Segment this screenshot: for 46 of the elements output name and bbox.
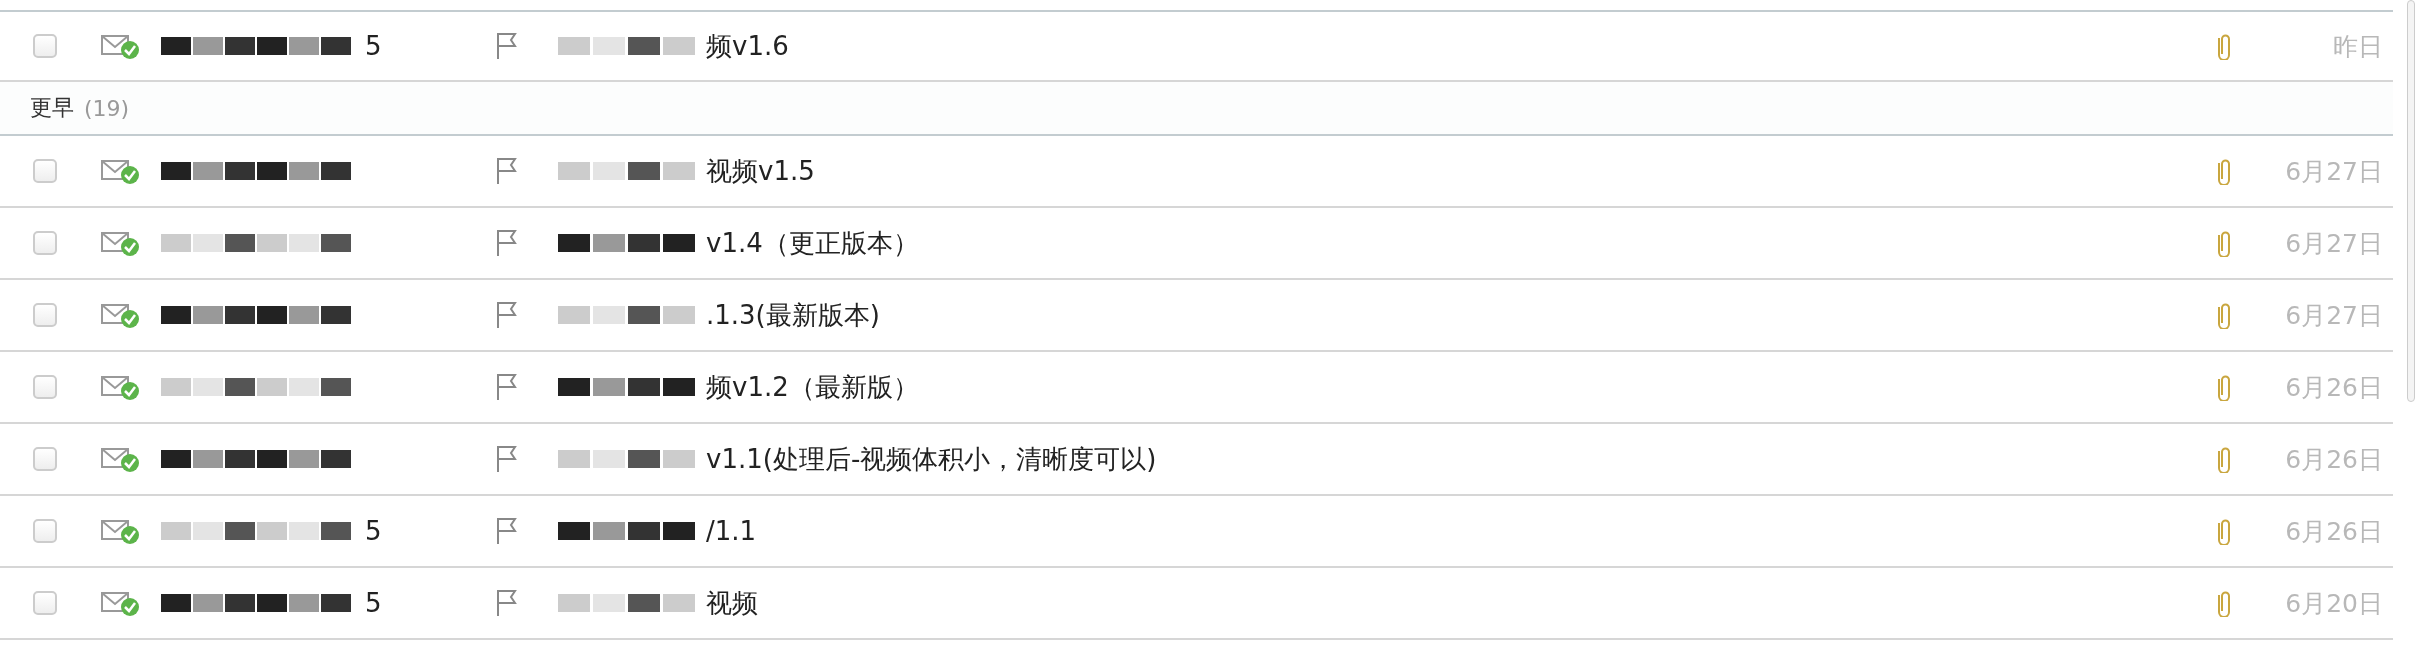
flag-icon[interactable] <box>496 445 518 473</box>
mail-subject[interactable]: 频v1.2（最新版） <box>706 369 919 405</box>
checkbox[interactable] <box>33 447 57 471</box>
checkbox[interactable] <box>33 159 57 183</box>
checkbox[interactable] <box>33 519 57 543</box>
mail-date: 昨日 <box>2332 30 2383 63</box>
flag-icon[interactable] <box>496 589 518 617</box>
read-mail-icon <box>101 373 141 401</box>
flag-icon[interactable] <box>496 517 518 545</box>
checkbox[interactable] <box>33 34 57 58</box>
mail-subject[interactable]: 频v1.6 <box>706 28 789 64</box>
scrollbar[interactable] <box>2407 0 2415 402</box>
mail-date: 6月20日 <box>2284 587 2383 620</box>
read-mail-icon <box>101 32 141 60</box>
read-mail-icon <box>101 157 141 185</box>
read-mail-icon <box>101 445 141 473</box>
checkbox[interactable] <box>33 591 57 615</box>
flag-icon[interactable] <box>496 157 518 185</box>
mail-date: 6月26日 <box>2284 371 2383 404</box>
mail-date: 6月27日 <box>2284 299 2383 332</box>
checkbox[interactable] <box>33 375 57 399</box>
flag-icon[interactable] <box>496 301 518 329</box>
sender-name: 5 <box>365 516 382 546</box>
mail-subject[interactable]: v1.1(处理后-视频体积小，清晰度可以) <box>706 441 1157 477</box>
flag-icon[interactable] <box>496 373 518 401</box>
group-title: 更早 <box>30 94 74 122</box>
checkbox[interactable] <box>33 231 57 255</box>
sender-name: 5 <box>365 31 382 61</box>
group-count: (19) <box>84 95 130 121</box>
sender-name: 5 <box>365 588 382 618</box>
mail-subject[interactable]: v1.4（更正版本） <box>706 225 919 261</box>
mail-date: 6月27日 <box>2284 227 2383 260</box>
read-mail-icon <box>101 517 141 545</box>
mail-date: 6月27日 <box>2284 155 2383 188</box>
mail-subject[interactable]: 视频 <box>706 585 758 621</box>
read-mail-icon <box>101 589 141 617</box>
read-mail-icon <box>101 301 141 329</box>
mail-date: 6月26日 <box>2284 443 2383 476</box>
checkbox[interactable] <box>33 303 57 327</box>
mail-subject[interactable]: 视频v1.5 <box>706 153 815 189</box>
flag-icon[interactable] <box>496 32 518 60</box>
mail-subject[interactable]: .1.3(最新版本) <box>706 297 880 333</box>
mail-subject[interactable]: /1.1 <box>706 516 757 546</box>
mail-date: 6月26日 <box>2284 515 2383 548</box>
flag-icon[interactable] <box>496 229 518 257</box>
read-mail-icon <box>101 229 141 257</box>
